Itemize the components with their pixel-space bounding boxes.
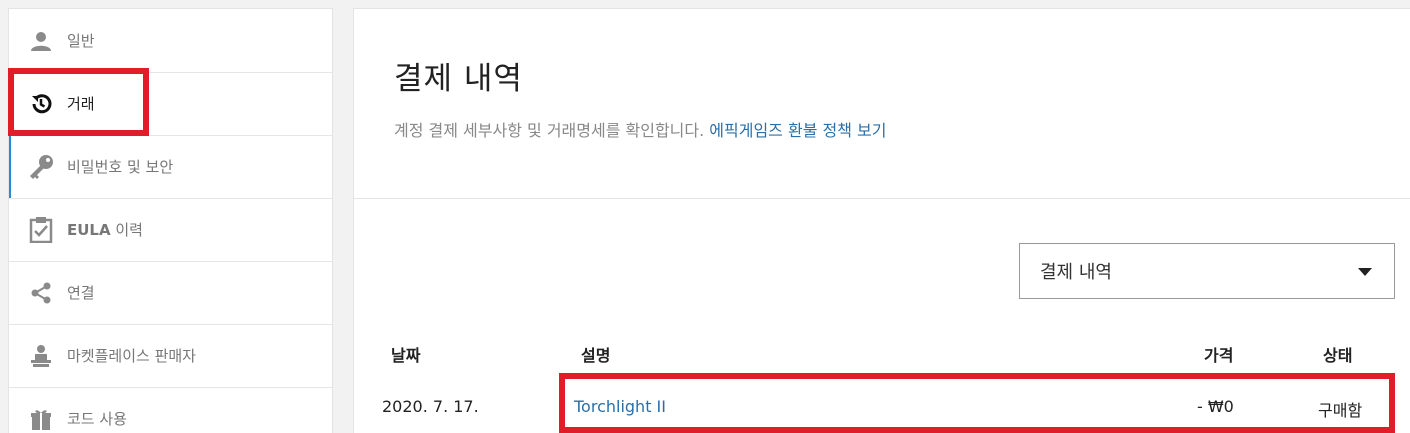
- sidebar-item-label: EULA 이력: [67, 221, 143, 239]
- main-panel: 결제 내역 계정 결제 세부사항 및 거래명세를 확인합니다. 에픽게임즈 환불…: [353, 8, 1410, 433]
- key-icon: [27, 153, 55, 181]
- refund-policy-link[interactable]: 에픽게임즈 환불 정책 보기: [709, 121, 886, 140]
- gift-icon: [27, 405, 55, 433]
- row-price: - ₩0: [1197, 397, 1234, 416]
- person-icon: [27, 27, 55, 55]
- row-date: 2020. 7. 17.: [382, 397, 479, 416]
- history-icon: [27, 90, 55, 118]
- sidebar-item-general[interactable]: 일반: [9, 9, 332, 73]
- section-divider: [354, 198, 1410, 199]
- sidebar-item-label: 마켓플레이스 판매자: [67, 347, 196, 365]
- sidebar-item-connections[interactable]: 연결: [9, 261, 332, 325]
- sidebar-item-marketplace-seller[interactable]: 마켓플레이스 판매자: [9, 324, 332, 388]
- sidebar-item-label: 거래: [67, 95, 95, 113]
- row-status: 구매함: [1318, 401, 1363, 420]
- sidebar-item-redeem-code[interactable]: 코드 사용: [9, 387, 332, 433]
- history-type-select[interactable]: 결제 내역: [1019, 243, 1395, 299]
- sidebar-item-label: 비밀번호 및 보안: [67, 158, 174, 176]
- column-header-price: 가격: [1204, 346, 1234, 365]
- page-title: 결제 내역: [394, 61, 523, 97]
- sidebar-item-transactions[interactable]: 거래: [9, 72, 332, 136]
- page-subtitle: 계정 결제 세부사항 및 거래명세를 확인합니다. 에픽게임즈 환불 정책 보기: [394, 121, 887, 140]
- row-description-link[interactable]: Torchlight II: [574, 397, 666, 416]
- caret-down-icon: [1358, 268, 1372, 276]
- seller-icon: [27, 342, 55, 370]
- sidebar-item-password-security[interactable]: 비밀번호 및 보안: [9, 135, 332, 199]
- sidebar-item-eula-history[interactable]: EULA 이력: [9, 198, 332, 262]
- share-icon: [27, 279, 55, 307]
- select-value: 결제 내역: [1040, 262, 1112, 283]
- sidebar-item-label: 일반: [67, 32, 95, 50]
- column-header-date: 날짜: [391, 346, 421, 365]
- sidebar-item-label: 연결: [67, 284, 95, 302]
- account-sidebar: 일반 거래 비밀번호 및 보안 EULA 이력 연결 마켓플레이스 판매자 코드…: [8, 8, 333, 433]
- clipboard-check-icon: [27, 216, 55, 244]
- column-header-status: 상태: [1323, 346, 1353, 365]
- column-header-description: 설명: [581, 346, 611, 365]
- sidebar-item-label: 코드 사용: [67, 410, 127, 428]
